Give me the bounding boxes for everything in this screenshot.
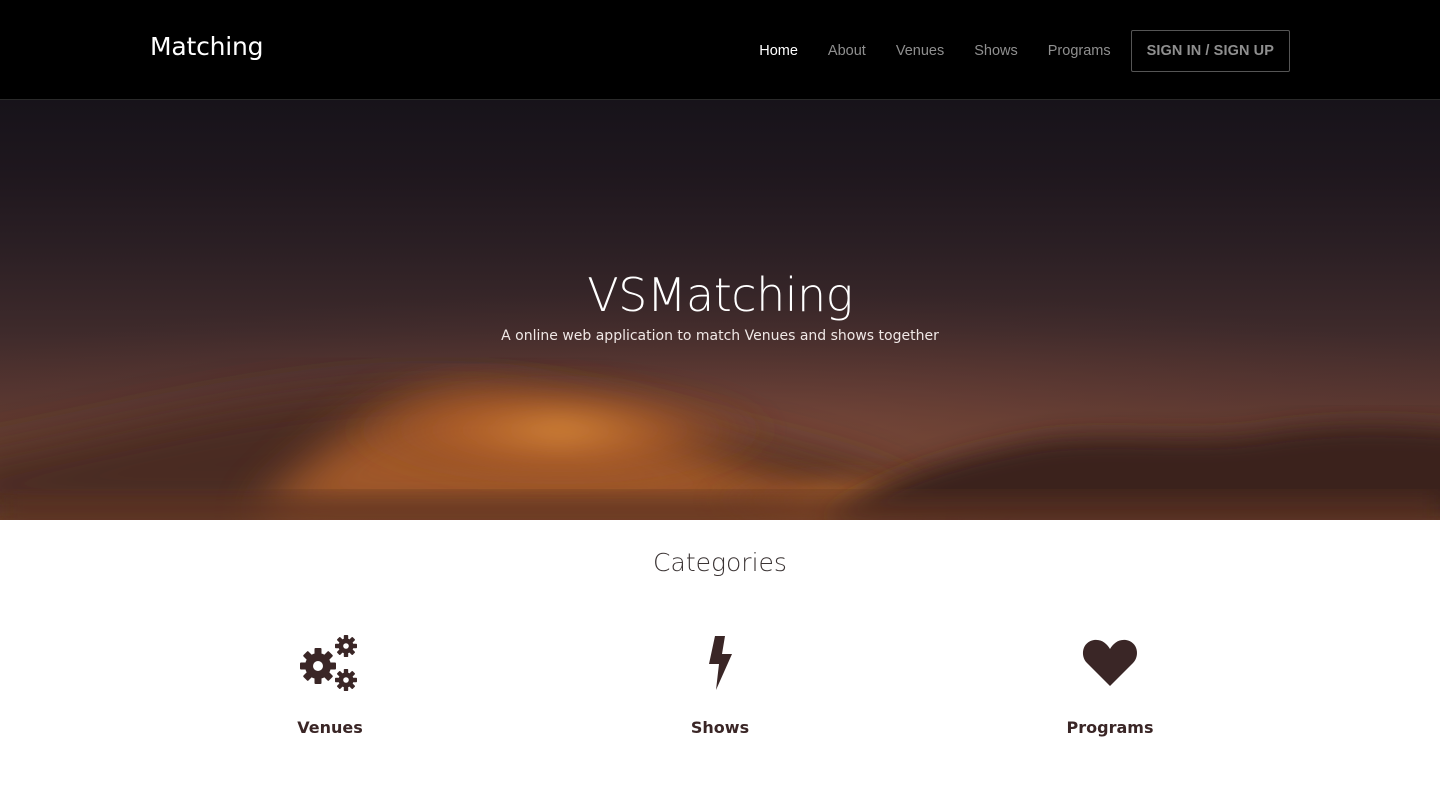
categories-heading: Categories <box>653 548 787 577</box>
bolt-icon <box>709 636 732 690</box>
hero-subtitle: A online web application to match Venues… <box>501 328 939 344</box>
nav-link-programs[interactable]: Programs <box>1048 30 1111 72</box>
nav-links: Home About Venues Shows Programs SIGN IN… <box>759 30 1290 72</box>
nav-link-home[interactable]: Home <box>759 30 798 72</box>
hero-banner: VSMatching A online web application to m… <box>0 100 1440 520</box>
category-shows[interactable]: Shows <box>620 630 820 738</box>
nav-link-about[interactable]: About <box>828 30 866 72</box>
nav-link-venues[interactable]: Venues <box>896 30 944 72</box>
category-programs[interactable]: Programs <box>1010 630 1210 738</box>
category-label-programs: Programs <box>1066 718 1154 737</box>
hero-title: VSMatching <box>587 268 853 322</box>
brand-logo[interactable]: Matching <box>150 31 264 63</box>
category-venues[interactable]: Venues <box>230 630 430 738</box>
signin-signup-button[interactable]: SIGN IN / SIGN UP <box>1130 30 1290 72</box>
nav-link-shows[interactable]: Shows <box>974 30 1018 72</box>
gears-icon <box>300 635 357 691</box>
category-label-venues: Venues <box>297 718 363 737</box>
heart-icon <box>1082 639 1138 686</box>
top-navbar: Matching Home About Venues Shows Program… <box>0 0 1440 100</box>
category-label-shows: Shows <box>690 718 750 737</box>
